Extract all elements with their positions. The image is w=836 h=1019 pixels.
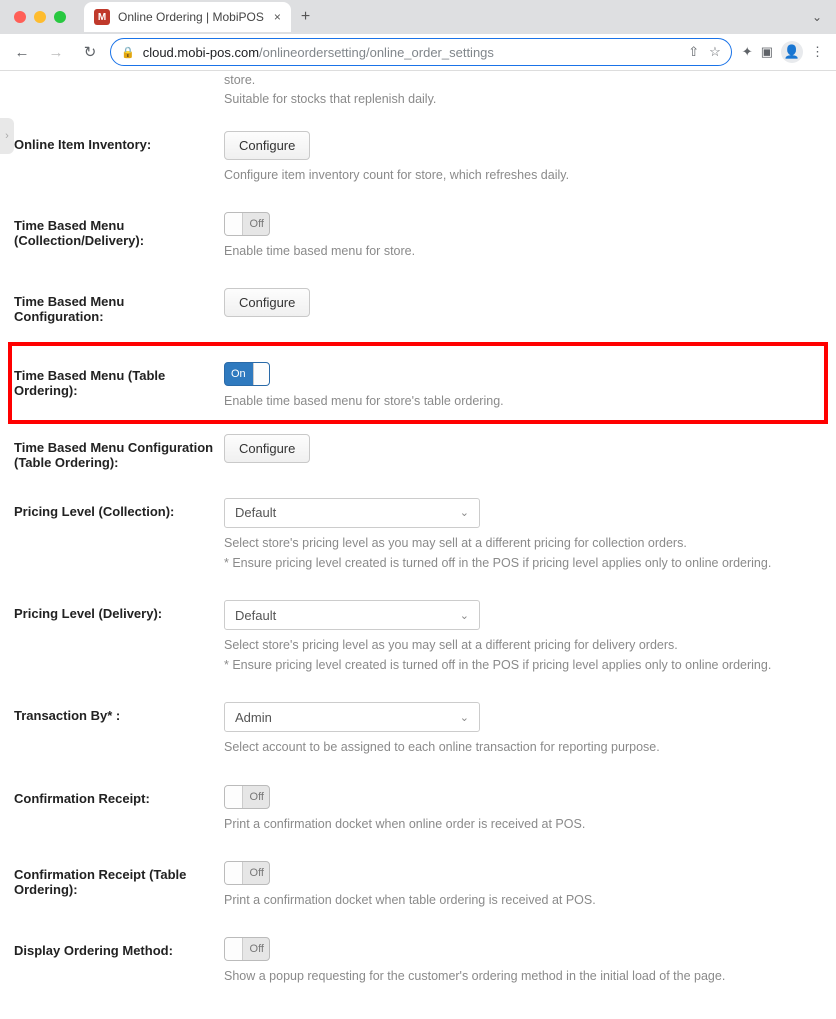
side-panel-icon[interactable]: ▣ [761,44,773,60]
label-display-ordering-method: Display Ordering Method: [14,937,224,985]
toggle-display-ordering-method-text: Off [250,943,269,955]
toggle-display-ordering-method[interactable]: Off [224,937,270,961]
help-tbm-collection-delivery: Enable time based menu for store. [224,242,822,260]
chevron-down-icon: ⌄ [460,506,469,519]
window-maximize-button[interactable] [54,11,66,23]
tab-close-button[interactable]: × [264,10,281,24]
prelude-row: store. Suitable for stocks that replenis… [14,71,822,121]
browser-menu-button[interactable]: ⋮ [811,44,824,60]
toggle-tbm-table-ordering[interactable]: On [224,362,270,386]
chevron-down-icon: ⌄ [460,711,469,724]
help-confirmation-receipt: Print a confirmation docket when online … [224,815,822,833]
select-pricing-delivery[interactable]: Default ⌄ [224,600,480,630]
help-online-item-inventory: Configure item inventory count for store… [224,166,822,184]
favicon-icon: M [94,9,110,25]
nav-reload-button[interactable]: ↻ [76,38,104,66]
help-pricing-collection-1: Select store's pricing level as you may … [224,534,822,552]
sidebar-expand-handle[interactable]: › [0,118,14,154]
browser-tab[interactable]: M Online Ordering | MobiPOS × [84,2,291,32]
configure-tbm-button[interactable]: Configure [224,288,310,317]
window-close-button[interactable] [14,11,26,23]
highlighted-section: Time Based Menu (Table Ordering): On Ena… [8,342,828,424]
settings-content: store. Suitable for stocks that replenis… [0,71,836,1019]
toggle-confirmation-receipt-text: Off [250,791,269,803]
profile-avatar-button[interactable]: 👤 [781,41,803,63]
row-confirmation-receipt: Confirmation Receipt: Off Print a confir… [14,775,822,851]
row-confirmation-receipt-table: Confirmation Receipt (Table Ordering): O… [14,851,822,927]
url-host: cloud.mobi-pos.com [143,45,259,60]
help-pricing-delivery-1: Select store's pricing level as you may … [224,636,822,654]
window-minimize-button[interactable] [34,11,46,23]
help-pricing-delivery-2: * Ensure pricing level created is turned… [224,656,822,674]
select-pricing-delivery-value: Default [235,608,276,623]
row-tbm-collection-delivery: Time Based Menu (Collection/Delivery): O… [14,202,822,278]
label-tbm-table-ordering: Time Based Menu (Table Ordering): [14,362,224,410]
help-tbm-table-ordering: Enable time based menu for store's table… [224,392,822,410]
label-confirmation-receipt: Confirmation Receipt: [14,785,224,833]
nav-forward-button[interactable]: → [42,38,70,66]
row-tbm-configuration: Time Based Menu Configuration: Configure [14,278,822,342]
row-transaction-by: Transaction By* : Admin ⌄ Select account… [14,692,822,774]
prelude-text-line1: store. [224,71,822,90]
share-icon[interactable]: ⇧ [688,44,699,60]
label-online-item-inventory: Online Item Inventory: [14,131,224,184]
help-display-ordering-method: Show a popup requesting for the customer… [224,967,822,985]
toggle-confirmation-receipt-table-text: Off [250,867,269,879]
lock-icon: 🔒 [121,46,135,59]
nav-back-button[interactable]: ← [8,38,36,66]
select-transaction-by-value: Admin [235,710,272,725]
configure-tbm-table-button[interactable]: Configure [224,434,310,463]
help-confirmation-receipt-table: Print a confirmation docket when table o… [224,891,822,909]
toggle-tbm-cd-text: Off [250,218,269,230]
help-pricing-collection-2: * Ensure pricing level created is turned… [224,554,822,572]
label-confirmation-receipt-table: Confirmation Receipt (Table Ordering): [14,861,224,909]
chevron-down-icon: ⌄ [460,609,469,622]
label-tbm-configuration: Time Based Menu Configuration: [14,288,224,324]
label-pricing-delivery: Pricing Level (Delivery): [14,600,224,674]
select-pricing-collection-value: Default [235,505,276,520]
bookmark-star-icon[interactable]: ☆ [709,44,721,60]
toggle-tbm-collection-delivery[interactable]: Off [224,212,270,236]
toggle-tbm-table-text: On [225,368,246,380]
tabs-dropdown-button[interactable]: ⌄ [812,10,822,24]
prelude-text-line2: Suitable for stocks that replenish daily… [224,90,822,109]
label-tbm-table-configuration: Time Based Menu Configuration (Table Ord… [14,434,224,470]
label-tbm-collection-delivery: Time Based Menu (Collection/Delivery): [14,212,224,260]
row-display-ordering-method: Display Ordering Method: Off Show a popu… [14,927,822,989]
select-transaction-by[interactable]: Admin ⌄ [224,702,480,732]
browser-toolbar: ← → ↻ 🔒 cloud.mobi-pos.com/onlineorderse… [0,34,836,70]
row-online-item-inventory: Online Item Inventory: Configure Configu… [14,121,822,202]
help-transaction-by: Select account to be assigned to each on… [224,738,822,756]
row-tbm-table-ordering: Time Based Menu (Table Ordering): On Ena… [14,352,822,418]
row-pricing-collection: Pricing Level (Collection): Default ⌄ Se… [14,488,822,590]
row-pricing-delivery: Pricing Level (Delivery): Default ⌄ Sele… [14,590,822,692]
label-pricing-collection: Pricing Level (Collection): [14,498,224,572]
row-tbm-table-configuration: Time Based Menu Configuration (Table Ord… [14,424,822,488]
browser-chrome: M Online Ordering | MobiPOS × + ⌄ ← → ↻ … [0,0,836,71]
extensions-icon[interactable]: ✦ [742,44,753,60]
toggle-confirmation-receipt[interactable]: Off [224,785,270,809]
address-bar[interactable]: 🔒 cloud.mobi-pos.com/onlineordersetting/… [110,38,732,66]
new-tab-button[interactable]: + [301,8,310,26]
url-path: /onlineordersetting/online_order_setting… [259,45,494,60]
label-transaction-by: Transaction By* : [14,702,224,756]
toggle-confirmation-receipt-table[interactable]: Off [224,861,270,885]
tab-title: Online Ordering | MobiPOS [118,10,264,24]
window-controls [10,11,70,23]
configure-inventory-button[interactable]: Configure [224,131,310,160]
tab-strip: M Online Ordering | MobiPOS × + ⌄ [0,0,836,34]
select-pricing-collection[interactable]: Default ⌄ [224,498,480,528]
